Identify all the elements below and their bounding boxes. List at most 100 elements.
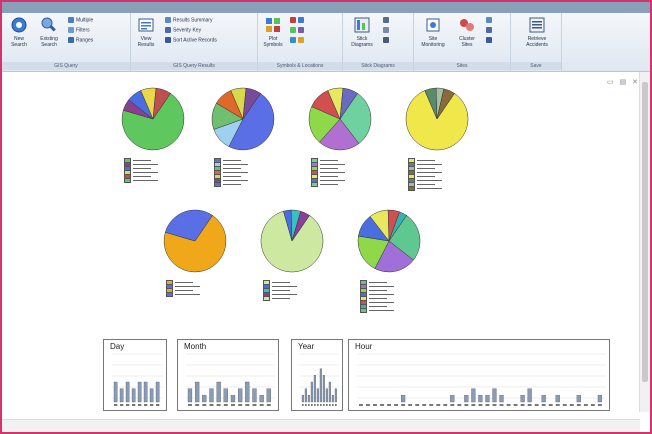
horizontal-scrollbar[interactable] — [2, 419, 640, 432]
histogram-bar — [216, 381, 221, 403]
legend-text-line — [369, 298, 387, 299]
ranges-button[interactable]: Ranges — [68, 37, 93, 44]
symbol-tool-button[interactable] — [290, 17, 306, 24]
tick-label — [209, 404, 214, 406]
legend-text-line — [417, 188, 442, 189]
histogram-bar — [310, 381, 313, 403]
stick-option-1-button[interactable] — [383, 17, 391, 24]
layer-tool-button[interactable] — [290, 37, 306, 44]
ribbon-group-save: Retrieve Accidents Save — [511, 13, 562, 71]
histogram-bar — [266, 388, 271, 403]
tick-label — [436, 404, 441, 406]
pie-svg — [121, 87, 185, 151]
legend-text-line — [133, 180, 158, 181]
histogram-bar — [316, 388, 319, 403]
pie-svg — [308, 87, 372, 151]
tick-label — [471, 404, 476, 406]
tick-label — [548, 404, 553, 406]
legend-text-line — [369, 294, 394, 295]
tick-label — [188, 404, 192, 406]
sites-option-1-button[interactable] — [486, 17, 494, 24]
histogram-bar — [113, 381, 118, 403]
legend-text-line — [133, 160, 151, 161]
plot-symbols-button[interactable]: Plot Symbols — [260, 16, 286, 48]
histogram-bar — [401, 395, 406, 403]
tick-label — [308, 404, 310, 406]
view-results-button[interactable]: View Results — [133, 16, 159, 48]
legend-entry — [311, 182, 345, 187]
scrollbar-thumb[interactable] — [642, 82, 648, 382]
legend-text-line — [417, 172, 442, 173]
results-summary-button[interactable]: Results Summary — [165, 17, 212, 24]
histogram-bar — [597, 395, 602, 403]
tick-label — [401, 404, 406, 406]
filters-button[interactable]: Filters — [68, 27, 90, 34]
tick-label — [429, 404, 434, 406]
group-label: Sites — [414, 62, 510, 70]
tick-label — [569, 404, 574, 406]
view-results-icon — [138, 18, 154, 32]
new-search-button[interactable]: New Search — [6, 16, 32, 48]
tick-label — [202, 404, 207, 406]
histogram-bar — [259, 395, 264, 403]
site-monitoring-button[interactable]: Site Monitoring — [420, 16, 446, 48]
tick-label — [320, 404, 322, 406]
histogram-bar — [464, 395, 469, 403]
pie-legend — [408, 158, 442, 191]
histogram-year: Year — [291, 339, 343, 411]
existing-search-button[interactable]: Existing Search — [36, 16, 62, 48]
histogram-bar — [307, 395, 310, 403]
pie-legend — [124, 158, 158, 183]
tick-label — [366, 404, 370, 406]
legend-text-line — [223, 176, 241, 177]
cluster-sites-button[interactable]: Cluster Sites — [454, 16, 480, 48]
tick-label — [132, 404, 136, 406]
multiple-button[interactable]: Multiple — [68, 17, 93, 24]
tick-label — [485, 404, 490, 406]
legend-swatch — [166, 292, 173, 297]
stick-option-2-button[interactable] — [383, 27, 391, 34]
stick-option-3-button[interactable] — [383, 37, 391, 44]
legend-text-line — [223, 172, 248, 173]
location-tool-button[interactable] — [290, 27, 306, 34]
tick-label — [223, 404, 228, 406]
tick-label — [144, 404, 148, 406]
legend-text-line — [417, 180, 442, 181]
vertical-scrollbar[interactable] — [639, 72, 650, 412]
legend-text-line — [369, 290, 387, 291]
sites-option-2-button[interactable] — [486, 27, 494, 34]
histogram-bar — [304, 388, 307, 403]
sites-option-3-button[interactable] — [486, 37, 494, 44]
histogram-bar — [195, 381, 200, 403]
legend-text-line — [223, 164, 248, 165]
tick-label — [335, 404, 337, 406]
legend-swatch — [311, 182, 318, 187]
legend-text-line — [272, 282, 290, 283]
histogram-bar — [131, 388, 136, 403]
tick-label — [259, 404, 264, 406]
tick-label — [332, 404, 334, 406]
pie-legend — [311, 158, 345, 187]
histogram-bar — [478, 395, 483, 403]
legend-text-line — [133, 176, 151, 177]
document-window-controls[interactable]: ▭ ▤ ✕ — [607, 78, 640, 86]
retrieve-accidents-button[interactable]: Retrieve Accidents — [521, 16, 553, 48]
tick-label — [464, 404, 469, 406]
severity-key-button[interactable]: Severity Key — [165, 27, 201, 34]
histogram-bar — [143, 381, 148, 403]
pie-chart — [120, 86, 190, 161]
histogram-bar — [313, 375, 316, 403]
legend-entry — [360, 308, 394, 313]
histogram-bar — [187, 388, 193, 403]
sort-active-records-button[interactable]: Sort Active Records — [165, 37, 217, 44]
tick-label — [555, 404, 560, 406]
histogram-bar — [137, 381, 142, 403]
legend-text-line — [320, 180, 345, 181]
legend-text-line — [417, 168, 435, 169]
histogram-bar — [499, 395, 504, 403]
tick-label — [513, 404, 518, 406]
ribbon-group-sites: Site Monitoring Cluster Sites Sites — [414, 13, 511, 71]
tick-label — [150, 404, 154, 406]
stick-diagrams-button[interactable]: Stick Diagrams — [349, 16, 375, 48]
histogram-bar — [485, 395, 490, 403]
